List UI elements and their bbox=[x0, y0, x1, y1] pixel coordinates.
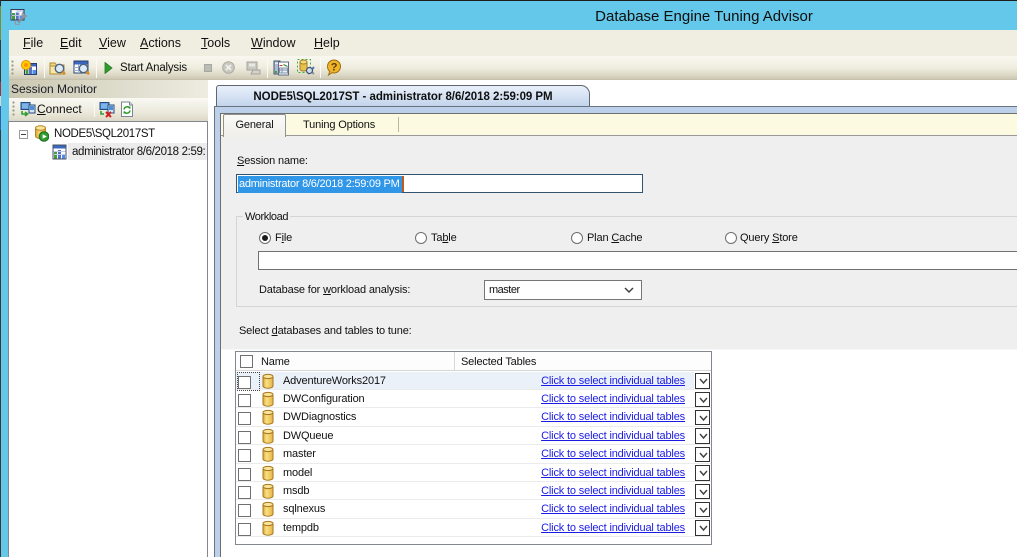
svg-text:?: ? bbox=[331, 62, 338, 74]
